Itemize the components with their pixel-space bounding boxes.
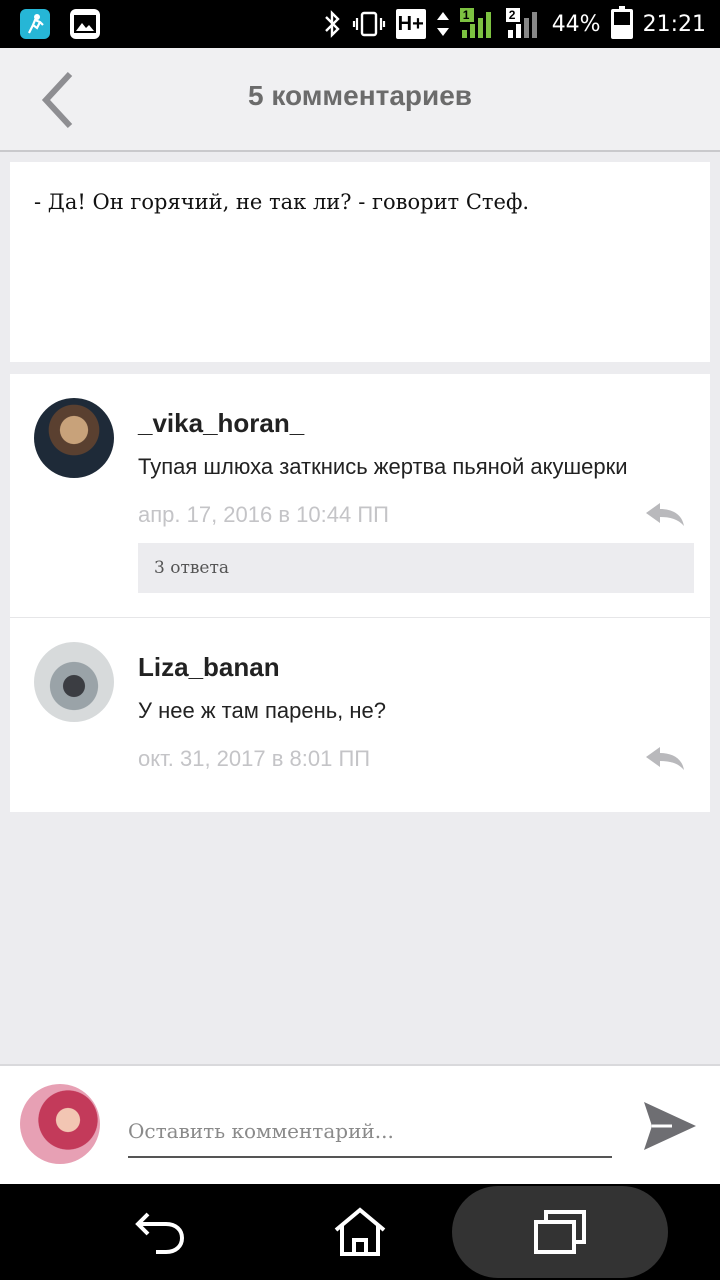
nav-recents-button[interactable]: [530, 1202, 590, 1262]
avatar: [20, 1084, 100, 1164]
signal-sim1-icon: 1: [459, 8, 496, 40]
status-bar: H+ 1 2 44% 21:21: [0, 0, 720, 48]
send-icon: [644, 1102, 696, 1150]
comment-text: У нее ж там парень, не?: [138, 698, 387, 723]
sim1-label: 1: [462, 8, 470, 22]
gallery-icon: [70, 9, 100, 39]
comments-list: _vika_horan_ Тупая шлюха заткнись жертва…: [10, 374, 710, 812]
comment-composer: [0, 1064, 720, 1184]
comment-username[interactable]: Liza_banan: [138, 652, 280, 683]
send-button[interactable]: [640, 1096, 700, 1156]
sim2-label: 2: [508, 8, 516, 22]
signal-sim2-icon: 2: [505, 8, 542, 40]
page-title: 5 комментариев: [247, 80, 473, 111]
post-text: - Да! Он горячий, не так ли? - говорит С…: [34, 190, 530, 214]
system-nav-bar: [0, 1184, 720, 1280]
avatar[interactable]: [34, 642, 114, 722]
avatar[interactable]: [34, 398, 114, 478]
app-bar: 5 комментариев: [0, 48, 720, 152]
data-arrows-icon: [436, 9, 450, 39]
comment-item: Liza_banan У нее ж там парень, не? окт. …: [10, 618, 710, 812]
bluetooth-icon: [322, 9, 342, 39]
network-h-plus-icon: H+: [395, 9, 426, 39]
home-icon: [334, 1207, 386, 1256]
nav-back-icon: [135, 1212, 185, 1254]
clock: 21:21: [642, 11, 706, 37]
nav-home-button[interactable]: [330, 1202, 390, 1262]
battery-percent: 44%: [551, 11, 601, 37]
comment-item: _vika_horan_ Тупая шлюха заткнись жертва…: [10, 374, 710, 618]
battery-level: [613, 25, 630, 36]
replies-button[interactable]: 3 ответа: [138, 543, 694, 593]
post-card: - Да! Он горячий, не так ли? - говорит С…: [10, 162, 710, 362]
reply-arrow-icon[interactable]: [642, 500, 686, 530]
comment-text: Тупая шлюха заткнись жертва пьяной акуше…: [138, 454, 628, 479]
recents-icon: [534, 1210, 586, 1254]
vibrate-icon: [352, 9, 386, 39]
nav-back-button[interactable]: [130, 1202, 190, 1262]
comment-username[interactable]: _vika_horan_: [138, 408, 304, 439]
fitness-app-icon: [20, 9, 50, 39]
comment-date: апр. 17, 2016 в 10:44 ПП: [138, 502, 389, 527]
battery-icon: [610, 6, 633, 39]
comment-input[interactable]: [128, 1106, 612, 1158]
reply-arrow-icon[interactable]: [642, 744, 686, 774]
comment-date: окт. 31, 2017 в 8:01 ПП: [138, 746, 371, 771]
